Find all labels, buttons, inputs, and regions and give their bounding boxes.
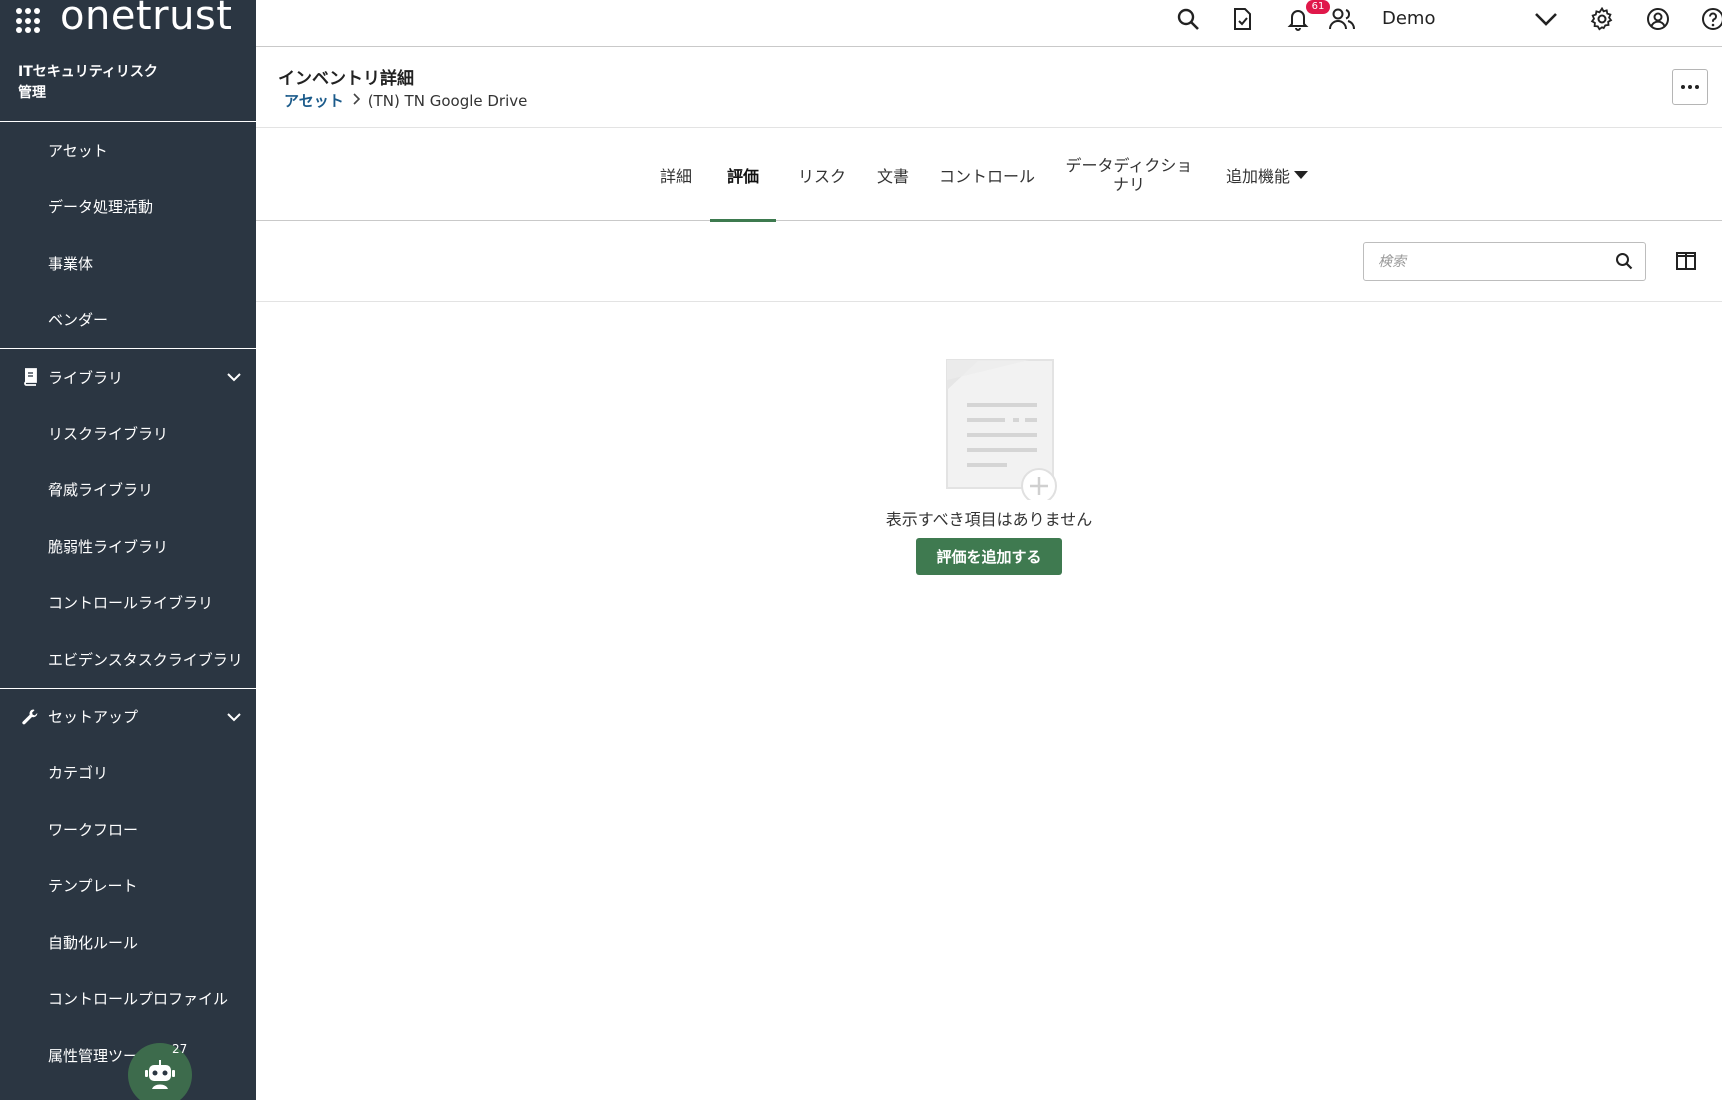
sidebar-item-control-library[interactable]: コントロールライブラリ — [0, 575, 256, 632]
sidebar-item-label: コントロールプロファイル — [48, 990, 229, 1009]
tab-documents[interactable]: 文書 — [868, 129, 918, 221]
sidebar-item-risk-library[interactable]: リスクライブラリ — [0, 405, 256, 462]
sidebar-item-label: ワークフロー — [48, 820, 139, 839]
account-icon[interactable] — [1644, 5, 1672, 33]
tab-label: 文書 — [876, 167, 909, 186]
tab-data-dictionary[interactable]: データディクショナリ — [1058, 129, 1200, 221]
sidebar-item-automation-rules[interactable]: 自動化ルール — [0, 914, 256, 971]
tab-label: データディクショナリ — [1065, 156, 1193, 194]
gear-icon[interactable] — [1588, 5, 1616, 33]
empty-state-message: 表示すべき項目はありません — [885, 510, 1093, 529]
sidebar-item-label: リスクライブラリ — [48, 424, 169, 443]
sidebar-item-label: エビデンスタスクライブラリ — [48, 650, 243, 669]
sidebar-item-label: 属性管理ツー — [48, 1046, 139, 1065]
tab-label: 追加機能 — [1225, 167, 1290, 186]
sidebar-item-label: 事業体 — [48, 254, 94, 273]
task-document-icon[interactable] — [1228, 5, 1256, 33]
sidebar-item-label: コントロールライブラリ — [48, 594, 214, 613]
brand-logo: onetrust — [60, 0, 233, 39]
sidebar-item-assets[interactable]: アセット — [0, 122, 256, 179]
sidebar-item-label: カテゴリ — [48, 764, 109, 783]
breadcrumb: アセット (TN) TN Google Drive — [284, 90, 527, 111]
search-icon[interactable] — [1615, 252, 1633, 274]
caret-down-icon — [1294, 171, 1308, 179]
book-icon — [20, 367, 40, 387]
breadcrumb-current: (TN) TN Google Drive — [367, 91, 528, 110]
sidebar-item-categories[interactable]: カテゴリ — [0, 745, 256, 802]
toolbar — [256, 222, 1722, 302]
ellipsis-icon — [1681, 85, 1699, 89]
add-assessment-button[interactable]: 評価を追加する — [916, 538, 1062, 575]
sidebar-item-processing-activities[interactable]: データ処理活動 — [0, 179, 256, 236]
sidebar: onetrust ITセキュリティリスク管理 アセット データ処理活動 事業体 … — [0, 0, 256, 1100]
sidebar-group-setup[interactable]: セットアップ — [0, 687, 256, 745]
tab-label: 詳細 — [659, 167, 692, 186]
page-header: インベントリ詳細 アセット (TN) TN Google Drive — [256, 48, 1722, 128]
chevron-right-icon — [352, 92, 360, 109]
user-name[interactable]: Demo — [1382, 8, 1435, 29]
sidebar-item-evidence-task-library[interactable]: エビデンスタスクライブラリ — [0, 631, 256, 688]
sidebar-item-entities[interactable]: 事業体 — [0, 235, 256, 292]
column-layout-icon[interactable] — [1675, 250, 1697, 272]
sidebar-item-control-profiles[interactable]: コントロールプロファイル — [0, 971, 256, 1028]
notification-badge: 61 — [1306, 0, 1330, 14]
sidebar-item-threat-library[interactable]: 脅威ライブラリ — [0, 462, 256, 519]
tab-bar: 詳細 評価 リスク 文書 コントロール データディクショナリ 追加機能 — [256, 129, 1722, 222]
empty-document-illustration — [919, 350, 1059, 504]
tab-label: コントロール — [938, 167, 1035, 186]
sidebar-group-library[interactable]: ライブラリ — [0, 348, 256, 405]
module-title-text: ITセキュリティリスク管理 — [18, 64, 158, 101]
sidebar-item-label: 自動化ルール — [48, 933, 139, 952]
users-icon[interactable] — [1328, 5, 1356, 33]
chevron-down-icon[interactable] — [1532, 5, 1560, 33]
search-icon[interactable] — [1174, 5, 1202, 33]
empty-state: 表示すべき項目はありません 評価を追加する — [256, 350, 1722, 575]
help-icon[interactable] — [1699, 5, 1722, 33]
tab-more-features[interactable]: 追加機能 — [1214, 129, 1320, 221]
logo-bar: onetrust — [0, 0, 256, 42]
top-bar: 61 Demo — [256, 0, 1722, 47]
tab-controls[interactable]: コントロール — [930, 129, 1044, 221]
tab-risks[interactable]: リスク — [788, 129, 856, 221]
sidebar-group-label: セットアップ — [48, 708, 139, 726]
tab-assessments[interactable]: 評価 — [710, 129, 776, 222]
tab-label: リスク — [797, 167, 846, 186]
tab-details[interactable]: 詳細 — [654, 129, 698, 221]
sidebar-item-label: データ処理活動 — [48, 198, 154, 217]
sidebar-item-label: テンプレート — [48, 877, 138, 896]
module-title: ITセキュリティリスク管理 — [0, 42, 256, 122]
sidebar-item-label: 脆弱性ライブラリ — [48, 537, 169, 556]
sidebar-item-vulnerability-library[interactable]: 脆弱性ライブラリ — [0, 518, 256, 575]
sidebar-item-workflows[interactable]: ワークフロー — [0, 801, 256, 858]
sidebar-item-templates[interactable]: テンプレート — [0, 858, 256, 915]
sidebar-item-label: 脅威ライブラリ — [48, 481, 154, 500]
search-box — [1363, 242, 1646, 281]
wrench-icon — [20, 707, 40, 727]
search-input[interactable] — [1364, 243, 1594, 280]
tab-label: 評価 — [726, 167, 759, 186]
sidebar-item-label: ベンダー — [48, 311, 109, 330]
more-options-button[interactable] — [1672, 69, 1708, 105]
breadcrumb-link-assets[interactable]: アセット — [284, 90, 344, 111]
chevron-down-icon — [226, 369, 242, 385]
sidebar-group-label: ライブラリ — [48, 368, 124, 387]
app-launcher-icon[interactable] — [16, 8, 42, 34]
chevron-down-icon — [226, 709, 242, 725]
sidebar-item-vendors[interactable]: ベンダー — [0, 292, 256, 349]
robot-icon — [145, 1060, 175, 1089]
sidebar-item-label: アセット — [48, 141, 108, 160]
assistant-badge: 27 — [172, 1042, 188, 1056]
page-title: インベントリ詳細 — [278, 69, 414, 89]
